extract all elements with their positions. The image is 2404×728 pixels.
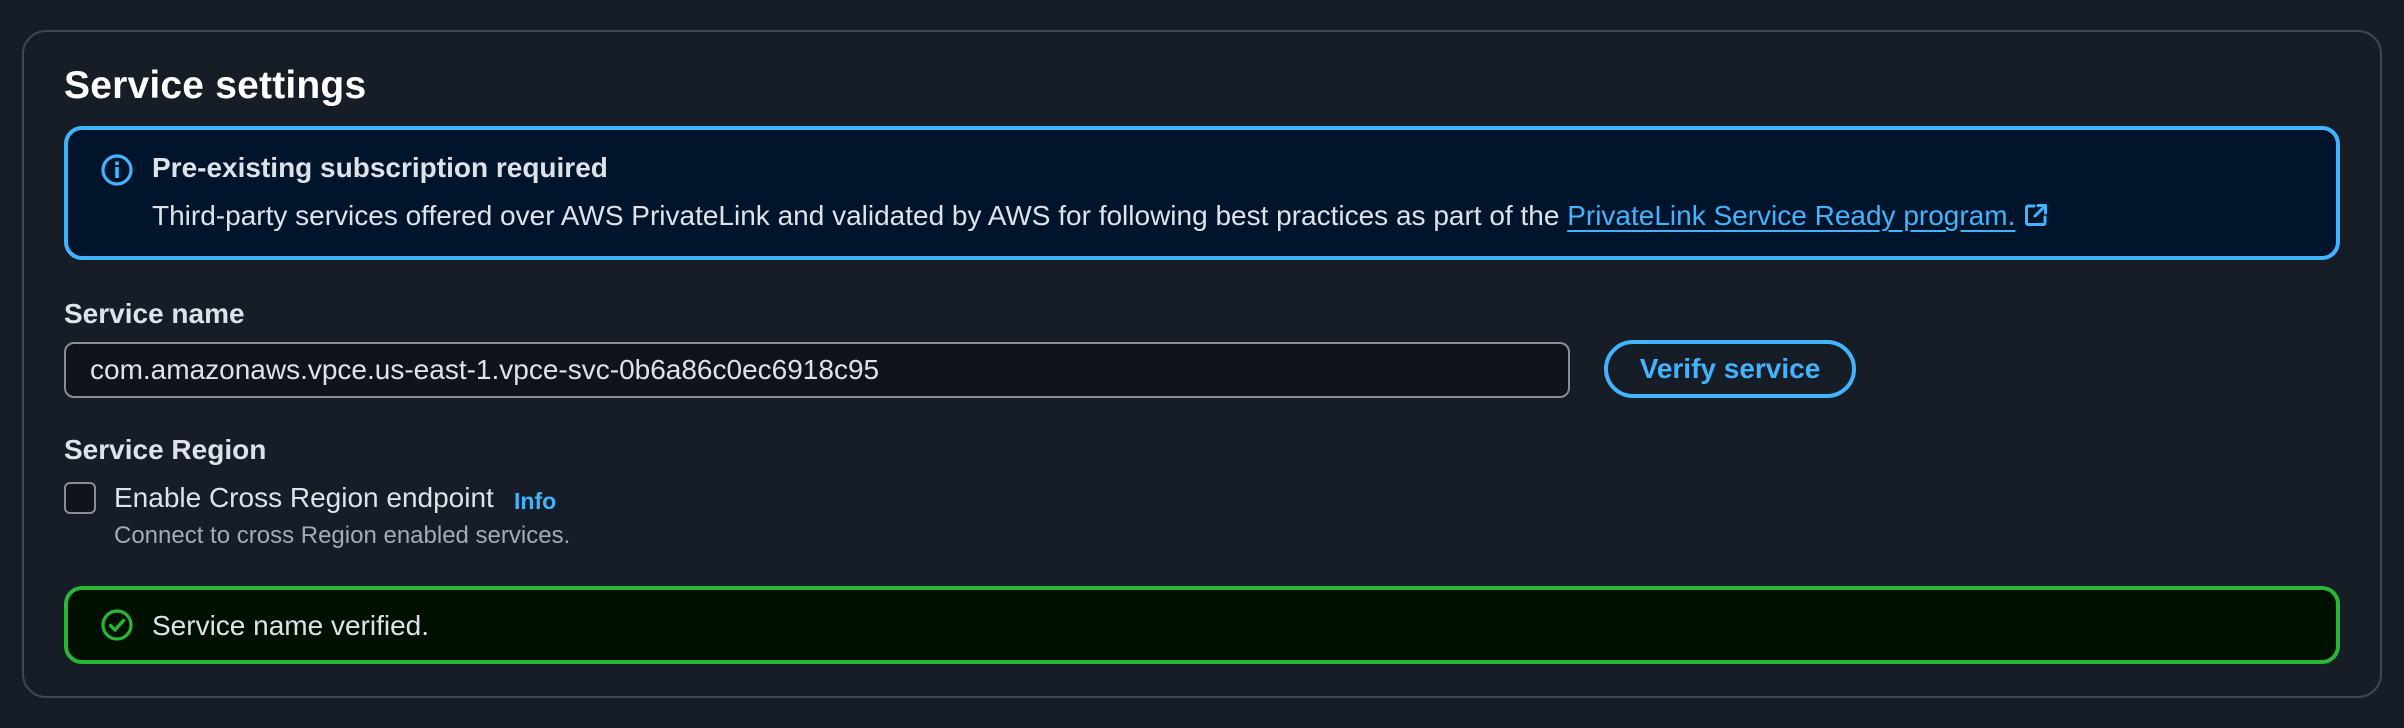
subscription-info-alert: Pre-existing subscription required Third… xyxy=(64,126,2340,260)
panel-title: Service settings xyxy=(64,64,367,107)
alert-body-text: Third-party services offered over AWS Pr… xyxy=(152,200,1568,231)
alert-body: Third-party services offered over AWS Pr… xyxy=(152,200,2049,232)
success-message: Service name verified. xyxy=(152,610,430,641)
service-name-label: Service name xyxy=(64,298,245,329)
service-verified-alert: Service name verified. xyxy=(64,586,2340,664)
service-name-input[interactable] xyxy=(64,342,1570,398)
cross-region-info-link[interactable]: Info xyxy=(514,488,556,515)
service-settings-panel: Service settings Pre-existing subscripti… xyxy=(22,30,2382,698)
alert-title: Pre-existing subscription required xyxy=(152,152,608,183)
cross-region-checkbox[interactable] xyxy=(64,482,96,514)
verify-service-button[interactable]: Verify service xyxy=(1604,340,1856,398)
cross-region-checkbox-label[interactable]: Enable Cross Region endpoint xyxy=(114,482,494,514)
info-icon xyxy=(101,154,133,186)
check-circle-icon xyxy=(101,609,133,641)
cross-region-description: Connect to cross Region enabled services… xyxy=(114,522,571,549)
external-link-icon[interactable] xyxy=(2023,202,2049,228)
privatelink-service-ready-link[interactable]: PrivateLink Service Ready program. xyxy=(1567,200,2015,231)
service-region-label: Service Region xyxy=(64,434,267,465)
